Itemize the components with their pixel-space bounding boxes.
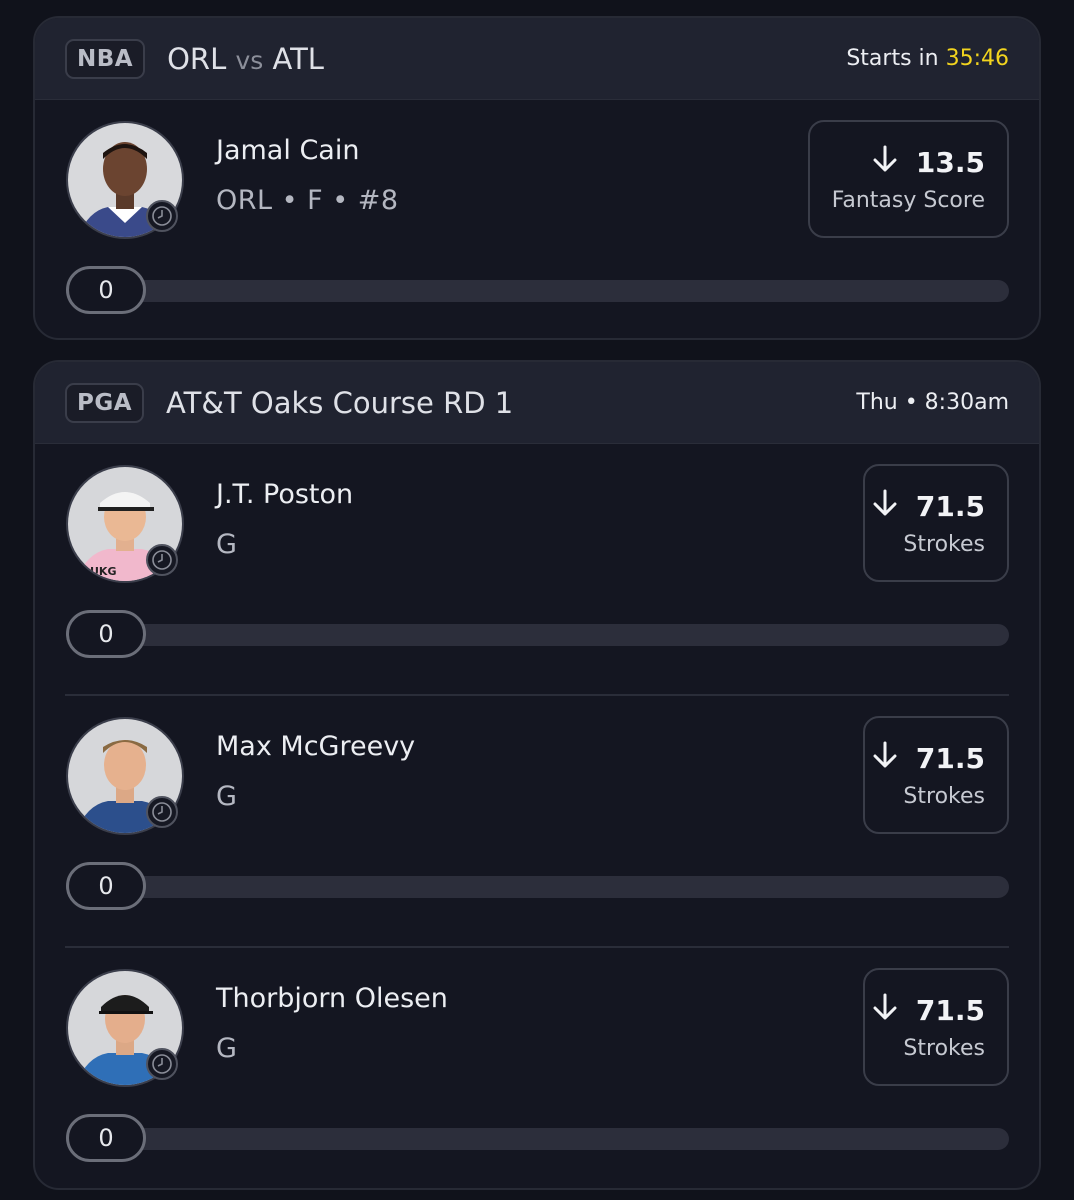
- start-countdown: Starts in 35:46: [846, 46, 1009, 71]
- league-badge: NBA: [65, 38, 146, 79]
- projection-stat: Strokes: [903, 532, 985, 557]
- projection-box[interactable]: 13.5 Fantasy Score: [807, 120, 1009, 238]
- player-name: Jamal Cain: [216, 135, 360, 166]
- player-row[interactable]: Max McGreevy G 71.5 Strokes 0: [35, 696, 1039, 948]
- clock-icon: [146, 796, 178, 828]
- projection-stat: Strokes: [903, 1036, 985, 1061]
- player-name: Max McGreevy: [216, 731, 416, 762]
- clock-icon: [146, 200, 178, 232]
- projection-line: 13.5: [915, 146, 985, 179]
- player-meta: G: [216, 781, 238, 812]
- arrow-down-icon: [872, 741, 898, 776]
- clock-icon: [146, 544, 178, 576]
- card-header: NBA ORL vs ATL Starts in 35:46: [35, 18, 1039, 100]
- progress-track: [66, 624, 1009, 646]
- arrow-down-icon: [872, 489, 898, 524]
- progress-value: 0: [66, 610, 146, 658]
- progress-track: [66, 1128, 1009, 1150]
- svg-text:UKG: UKG: [90, 565, 117, 578]
- projection-box[interactable]: 71.5 Strokes: [863, 716, 1009, 834]
- clock-icon: [146, 1048, 178, 1080]
- progress-value: 0: [66, 1114, 146, 1162]
- arrow-down-icon: [872, 145, 898, 180]
- start-prefix: Starts in: [846, 46, 939, 71]
- player-meta: ORL • F • #8: [216, 185, 399, 216]
- projection-line: 71.5: [915, 742, 985, 775]
- pga-event-card: PGA AT&T Oaks Course RD 1 Thu • 8:30am U…: [33, 360, 1041, 1190]
- start-time: Thu • 8:30am: [856, 390, 1009, 415]
- vs-label: vs: [235, 45, 264, 75]
- projection-stat: Fantasy Score: [831, 188, 985, 213]
- countdown-timer: 35:46: [945, 46, 1009, 71]
- player-name: Thorbjorn Olesen: [216, 983, 448, 1014]
- projection-line: 71.5: [915, 490, 985, 523]
- player-meta: G: [216, 1033, 238, 1064]
- progress-track: [66, 280, 1009, 302]
- player-meta: G: [216, 529, 238, 560]
- team-b: ATL: [272, 41, 324, 76]
- player-name: J.T. Poston: [216, 479, 354, 510]
- projection-box[interactable]: 71.5 Strokes: [863, 464, 1009, 582]
- progress-track: [66, 876, 1009, 898]
- progress-value: 0: [66, 862, 146, 910]
- projection-stat: Strokes: [903, 784, 985, 809]
- player-row[interactable]: Jamal Cain ORL • F • #8 13.5 Fantasy Sco…: [35, 100, 1039, 338]
- team-a: ORL: [167, 41, 227, 76]
- player-row[interactable]: UKG J.T. Poston G 71.5 Strokes 0: [35, 444, 1039, 696]
- league-badge: PGA: [65, 382, 145, 423]
- player-row[interactable]: Thorbjorn Olesen G 71.5 Strokes 0: [35, 948, 1039, 1188]
- projection-line: 71.5: [915, 994, 985, 1027]
- event-name: AT&T Oaks Course RD 1: [166, 385, 514, 420]
- projection-box[interactable]: 71.5 Strokes: [863, 968, 1009, 1086]
- nba-game-card: NBA ORL vs ATL Starts in 35:46 Jamal Cai…: [33, 16, 1041, 340]
- matchup: ORL vs ATL: [167, 42, 324, 76]
- arrow-down-icon: [872, 993, 898, 1028]
- card-header: PGA AT&T Oaks Course RD 1 Thu • 8:30am: [35, 362, 1039, 444]
- progress-value: 0: [66, 266, 146, 314]
